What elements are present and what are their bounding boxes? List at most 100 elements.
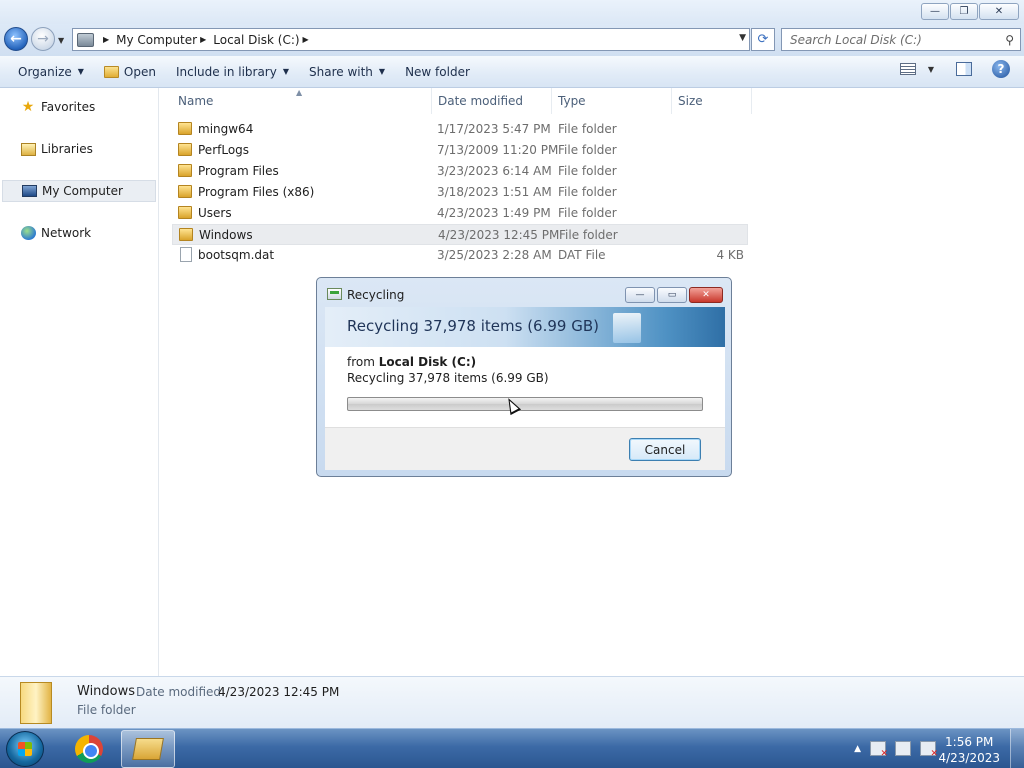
navigation-pane: ★ Favorites Libraries My Computer Networ… bbox=[0, 88, 159, 676]
breadcrumb-local-disk[interactable]: Local Disk (C:) bbox=[213, 33, 299, 47]
action-center-icon[interactable] bbox=[870, 741, 888, 759]
column-header-label: Type bbox=[558, 94, 586, 108]
close-button[interactable]: ✕ bbox=[979, 3, 1019, 20]
dialog-banner: Recycling 37,978 items (6.99 GB) bbox=[325, 307, 725, 347]
progress-bar bbox=[347, 397, 703, 411]
notification-area: ▲ bbox=[854, 741, 938, 759]
column-header-label: Size bbox=[678, 94, 703, 108]
column-header-size[interactable]: Size bbox=[672, 88, 752, 114]
address-bar[interactable]: ▶ My Computer ▶ Local Disk (C:) ▶ ▼ bbox=[72, 28, 750, 51]
file-row[interactable]: bootsqm.dat 3/25/2023 2:28 AM DAT File 4… bbox=[172, 245, 748, 266]
column-header-type[interactable]: Type bbox=[552, 88, 672, 114]
breadcrumb-separator[interactable]: ▶ bbox=[303, 35, 309, 44]
include-in-library-button[interactable]: Include in library ▼ bbox=[166, 60, 299, 84]
chevron-down-icon: ▼ bbox=[282, 67, 289, 76]
refresh-button[interactable]: ⟳ bbox=[751, 28, 775, 51]
dialog-title: Recycling bbox=[347, 288, 405, 302]
search-box[interactable]: ⚲ bbox=[781, 28, 1021, 51]
command-bar: Organize ▼ Open Include in library ▼ Share… bbox=[0, 56, 1024, 88]
open-button[interactable]: Open bbox=[94, 60, 166, 84]
address-dropdown-icon[interactable]: ▼ bbox=[739, 33, 746, 43]
organize-label: Organize bbox=[18, 64, 72, 79]
libraries-icon bbox=[20, 142, 36, 156]
nav-item-my-computer[interactable]: My Computer bbox=[2, 180, 156, 202]
open-folder-icon bbox=[103, 65, 119, 78]
change-view-icon[interactable] bbox=[899, 63, 916, 75]
breadcrumb-my-computer[interactable]: My Computer bbox=[116, 33, 197, 47]
minimize-button[interactable]: — bbox=[921, 3, 949, 20]
nav-item-label: My Computer bbox=[42, 184, 123, 198]
file-name: mingw64 bbox=[198, 122, 254, 136]
nav-item-network[interactable]: Network bbox=[2, 222, 156, 244]
file-name: bootsqm.dat bbox=[198, 248, 275, 262]
breadcrumb-separator[interactable]: ▶ bbox=[103, 35, 109, 44]
recycling-dialog: Recycling — ▭ ✕ Recycling 37,978 items (… bbox=[316, 277, 732, 477]
dialog-footer: Cancel bbox=[325, 427, 725, 470]
breadcrumb-separator[interactable]: ▶ bbox=[200, 35, 206, 44]
share-with-button[interactable]: Share with ▼ bbox=[299, 60, 395, 84]
file-row-selected[interactable]: Windows 4/23/2023 12:45 PM File folder bbox=[172, 224, 748, 245]
file-row[interactable]: Program Files (x86) 3/18/2023 1:51 AM Fi… bbox=[172, 182, 748, 203]
dialog-close-button[interactable]: ✕ bbox=[689, 287, 723, 303]
recycle-icon bbox=[327, 288, 342, 300]
network-status-icon[interactable] bbox=[895, 741, 911, 756]
details-pane: Windows Date modified: 4/23/2023 12:45 P… bbox=[0, 676, 1024, 728]
show-hidden-icons-arrow[interactable]: ▲ bbox=[854, 744, 861, 754]
nav-item-favorites[interactable]: ★ Favorites bbox=[2, 96, 156, 118]
maximize-button[interactable]: ❐ bbox=[950, 3, 978, 20]
preview-pane-icon[interactable] bbox=[956, 62, 972, 76]
taskbar-chrome[interactable] bbox=[62, 730, 116, 768]
computer-location-icon bbox=[77, 32, 94, 47]
file-row[interactable]: mingw64 1/17/2023 5:47 PM File folder bbox=[172, 119, 748, 140]
folder-icon bbox=[178, 143, 192, 156]
windows-explorer-icon bbox=[132, 738, 164, 760]
clock-time: 1:56 PM bbox=[945, 735, 994, 749]
nav-item-label: Libraries bbox=[41, 142, 93, 156]
file-row[interactable]: Program Files 3/23/2023 6:14 AM File fol… bbox=[172, 161, 748, 182]
file-name: PerfLogs bbox=[198, 143, 250, 157]
window-controls: — ❐ ✕ bbox=[921, 3, 1019, 20]
column-header-name[interactable]: Name bbox=[172, 88, 432, 114]
chrome-icon bbox=[75, 735, 103, 763]
file-type: File folder bbox=[558, 143, 617, 157]
file-date-modified: 1/17/2023 5:47 PM bbox=[437, 122, 551, 136]
system-clock[interactable]: 1:56 PM 4/23/2023 bbox=[938, 734, 1000, 766]
file-type: File folder bbox=[559, 228, 618, 242]
file-row[interactable]: PerfLogs 7/13/2009 11:20 PM File folder bbox=[172, 140, 748, 161]
search-input[interactable] bbox=[790, 32, 990, 47]
forward-button[interactable]: → bbox=[31, 27, 55, 51]
show-desktop-button[interactable] bbox=[1010, 729, 1024, 768]
volume-muted-icon[interactable] bbox=[920, 741, 938, 759]
dialog-minimize-button[interactable]: — bbox=[625, 287, 655, 303]
taskbar-windows-explorer[interactable] bbox=[121, 730, 175, 768]
chevron-down-icon: ▼ bbox=[378, 67, 386, 76]
organize-button[interactable]: Organize ▼ bbox=[8, 60, 94, 84]
file-type: File folder bbox=[558, 122, 617, 136]
dialog-heading: Recycling 37,978 items (6.99 GB) bbox=[347, 317, 599, 335]
view-options-dropdown-icon[interactable]: ▼ bbox=[928, 65, 934, 74]
file-row[interactable]: Users 4/23/2023 1:49 PM File folder bbox=[172, 203, 748, 224]
address-row: ← → ▼ ▶ My Computer ▶ Local Disk (C:) ▶ … bbox=[0, 24, 1024, 56]
new-folder-button[interactable]: New folder bbox=[395, 60, 480, 84]
start-button[interactable] bbox=[6, 731, 44, 767]
dialog-controls: — ▭ ✕ bbox=[625, 287, 723, 303]
window-title-bar: — ❐ ✕ bbox=[0, 0, 1024, 24]
details-date-label: Date modified: bbox=[136, 685, 226, 699]
back-arrow-icon: ← bbox=[10, 31, 22, 47]
search-icon[interactable]: ⚲ bbox=[1005, 33, 1014, 47]
details-date-value: 4/23/2023 12:45 PM bbox=[218, 685, 340, 699]
computer-icon bbox=[21, 184, 37, 198]
file-date-modified: 4/23/2023 1:49 PM bbox=[437, 206, 551, 220]
source-line: from Local Disk (C:) bbox=[347, 355, 476, 369]
nav-item-libraries[interactable]: Libraries bbox=[2, 138, 156, 160]
progress-detail: Recycling 37,978 items (6.99 GB) bbox=[347, 371, 549, 385]
recent-pages-dropdown[interactable]: ▼ bbox=[58, 36, 64, 45]
help-icon[interactable]: ? bbox=[992, 60, 1010, 78]
column-header-date-modified[interactable]: Date modified bbox=[432, 88, 552, 114]
new-folder-label: New folder bbox=[405, 64, 470, 79]
dialog-maximize-button[interactable]: ▭ bbox=[657, 287, 687, 303]
folder-icon bbox=[178, 185, 192, 198]
back-button[interactable]: ← bbox=[4, 27, 28, 51]
cancel-button[interactable]: Cancel bbox=[629, 438, 701, 461]
clock-date: 4/23/2023 bbox=[938, 751, 1000, 765]
